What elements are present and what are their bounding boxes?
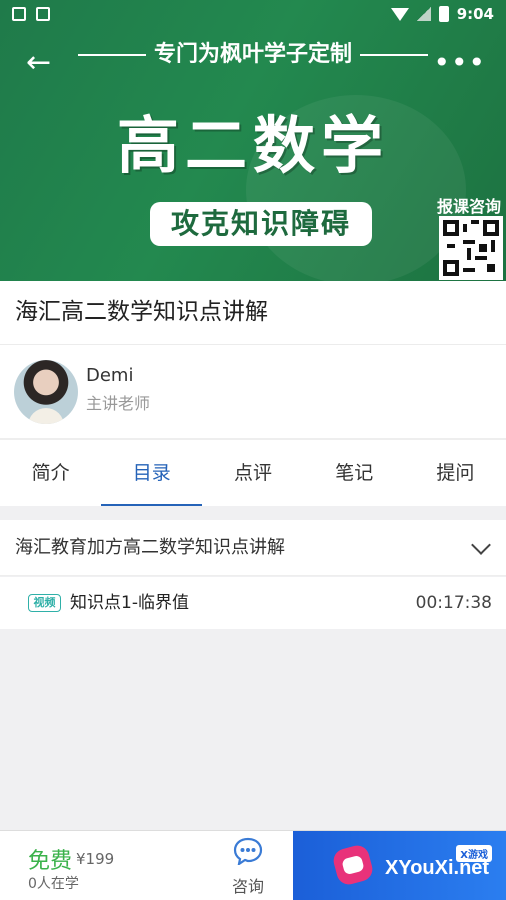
- price-label: 免费: [28, 849, 73, 874]
- ad-tag: X游戏: [456, 845, 492, 862]
- signal-icon: [416, 7, 431, 21]
- tab-notes[interactable]: 笔记: [304, 440, 405, 506]
- chapter-title: 海汇教育加方高二数学知识点讲解: [15, 537, 285, 558]
- video-tag: 视频: [28, 594, 61, 612]
- qr-label: 报课咨询: [437, 197, 502, 216]
- status-bar: 9:04: [0, 0, 506, 28]
- lesson-item[interactable]: 视频 知识点1-临界值 00:17:38: [0, 577, 506, 629]
- course-tabs: 简介 目录 点评 笔记 提问: [0, 438, 506, 506]
- app-notification-icon: [36, 7, 50, 21]
- chevron-down-icon: [471, 535, 491, 555]
- tab-catalog[interactable]: 目录: [101, 440, 203, 506]
- banner-slogan: 专门为枫叶学子定制: [0, 36, 506, 68]
- game-logo-icon: [330, 842, 376, 888]
- qr-code-icon: [439, 216, 503, 280]
- wifi-icon: [390, 7, 409, 21]
- status-time: 9:04: [456, 5, 494, 23]
- ad-banner[interactable]: XYouXi.net X游戏: [293, 831, 506, 900]
- teacher-role: 主讲老师: [86, 394, 151, 413]
- teacher-card[interactable]: Demi 主讲老师: [0, 344, 506, 438]
- banner-title: 高二数学: [116, 109, 389, 182]
- learner-count: 0人在学: [28, 876, 79, 892]
- teacher-name: Demi: [86, 365, 134, 386]
- lesson-duration: 00:17:38: [415, 593, 492, 613]
- lesson-title: 知识点1-临界值: [70, 593, 189, 613]
- consult-button[interactable]: 咨询: [218, 837, 278, 897]
- back-arrow-icon[interactable]: ←: [26, 48, 54, 78]
- chapter-header[interactable]: 海汇教育加方高二数学知识点讲解: [0, 520, 506, 576]
- teacher-avatar: [14, 360, 78, 424]
- banner-pill: 攻克知识障碍: [150, 202, 372, 246]
- more-options-icon[interactable]: •••: [433, 49, 486, 77]
- tab-reviews[interactable]: 点评: [202, 440, 303, 506]
- course-banner: 专门为枫叶学子定制 高二数学 攻克知识障碍 报课咨询: [0, 0, 506, 281]
- headset-chat-icon: [233, 837, 263, 867]
- tab-intro[interactable]: 简介: [0, 440, 101, 506]
- battery-icon: [438, 6, 449, 22]
- bottom-bar: 免费 ¥199 0人在学 咨询 XYouXi.net X游戏: [0, 830, 506, 900]
- course-title: 海汇高二数学知识点讲解: [0, 281, 506, 344]
- consult-label: 咨询: [231, 877, 264, 896]
- tab-questions[interactable]: 提问: [405, 440, 506, 506]
- original-price: ¥199: [76, 850, 115, 868]
- image-notification-icon: [12, 7, 26, 21]
